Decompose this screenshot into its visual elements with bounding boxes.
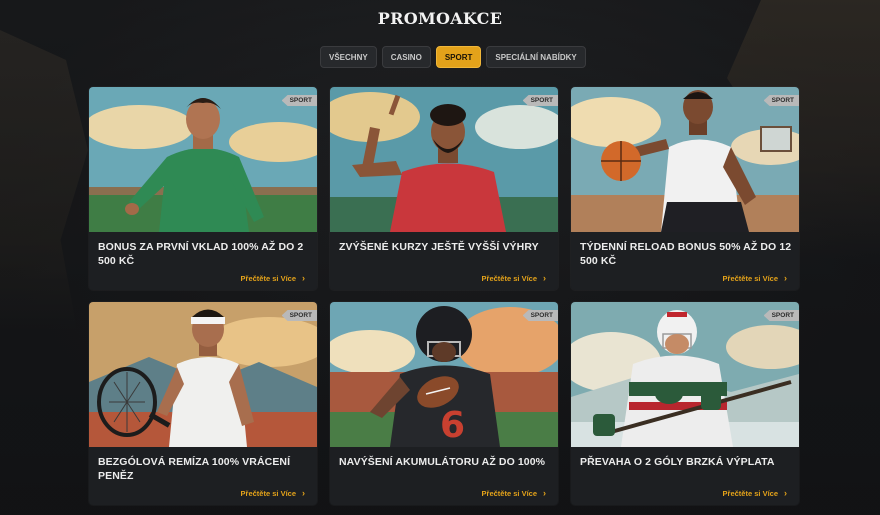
chevron-right-icon: › (543, 488, 546, 498)
read-more-label: Přečtěte si Více (481, 274, 537, 283)
promo-title: BONUS ZA PRVNÍ VKLAD 100% AŽ DO 2 500 KČ (98, 241, 304, 267)
american-football-player-illustration: 6 SPORT (330, 302, 558, 447)
page-title: PROMOAKCE (377, 9, 503, 28)
category-badge: SPORT (281, 95, 317, 106)
fan-pointing-illustration: SPORT (330, 87, 558, 232)
svg-text:6: 6 (440, 405, 465, 446)
category-badge: SPORT (281, 310, 317, 321)
tab-casino[interactable]: CASINO (381, 46, 431, 68)
category-badge: SPORT (522, 95, 558, 106)
tab-sport[interactable]: SPORT (435, 46, 482, 68)
read-more-link[interactable]: Přečtěte si Více › (481, 488, 546, 499)
category-tabs: VŠECHNY CASINO SPORT SPECIÁLNÍ NABÍDKY (320, 46, 586, 68)
promo-card[interactable]: 6 SPORT NAVÝŠENÍ AKUMULÁTORU AŽ DO 100% … (330, 302, 558, 505)
chevron-right-icon: › (302, 488, 305, 498)
promo-card[interactable]: SPORT PŘEVAHA O 2 GÓLY BRZKÁ VÝPLATA Pře… (571, 302, 799, 505)
soccer-player-illustration: SPORT (89, 87, 317, 232)
promo-title: BEZGÓLOVÁ REMÍZA 100% VRÁCENÍ PENĚZ (98, 456, 291, 482)
read-more-label: Přečtěte si Více (481, 489, 537, 498)
basketball-player-illustration: SPORT (571, 87, 799, 232)
chevron-right-icon: › (784, 273, 787, 283)
read-more-label: Přečtěte si Více (722, 489, 778, 498)
promo-title: NAVÝŠENÍ AKUMULÁTORU AŽ DO 100% (339, 456, 546, 468)
read-more-link[interactable]: Přečtěte si Více › (722, 273, 787, 284)
read-more-label: Přečtěte si Více (240, 489, 296, 498)
promo-card[interactable]: SPORT ZVÝŠENÉ KURZY JEŠTĚ VYŠŠÍ VÝHRY Př… (330, 87, 558, 290)
promo-card[interactable]: SPORT TÝDENNÍ RELOAD BONUS 50% AŽ DO 12 … (571, 87, 799, 290)
read-more-link[interactable]: Přečtěte si Více › (722, 488, 787, 499)
promo-grid: SPORT BONUS ZA PRVNÍ VKLAD 100% AŽ DO 2 … (89, 87, 799, 505)
read-more-label: Přečtěte si Více (722, 274, 778, 283)
tab-special-offers[interactable]: SPECIÁLNÍ NABÍDKY (486, 46, 586, 68)
promo-title: ZVÝŠENÉ KURZY JEŠTĚ VYŠŠÍ VÝHRY (339, 241, 539, 253)
hockey-player-illustration: SPORT (571, 302, 799, 447)
read-more-link[interactable]: Přečtěte si Více › (240, 273, 305, 284)
promo-title: PŘEVAHA O 2 GÓLY BRZKÁ VÝPLATA (580, 456, 775, 468)
promo-title: TÝDENNÍ RELOAD BONUS 50% AŽ DO 12 500 KČ (580, 241, 792, 267)
promo-card[interactable]: SPORT BONUS ZA PRVNÍ VKLAD 100% AŽ DO 2 … (89, 87, 317, 290)
category-badge: SPORT (522, 310, 558, 321)
promo-card[interactable]: SPORT BEZGÓLOVÁ REMÍZA 100% VRÁCENÍ PENĚ… (89, 302, 317, 505)
read-more-label: Přečtěte si Více (240, 274, 296, 283)
tab-all[interactable]: VŠECHNY (320, 46, 377, 68)
category-badge: SPORT (763, 310, 799, 321)
read-more-link[interactable]: Přečtěte si Více › (481, 273, 546, 284)
tennis-player-illustration: SPORT (89, 302, 317, 447)
chevron-right-icon: › (543, 273, 546, 283)
chevron-right-icon: › (784, 488, 787, 498)
category-badge: SPORT (763, 95, 799, 106)
chevron-right-icon: › (302, 273, 305, 283)
read-more-link[interactable]: Přečtěte si Více › (240, 488, 305, 499)
